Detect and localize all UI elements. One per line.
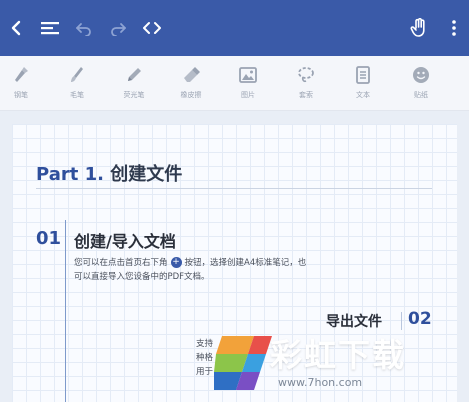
section-vertical-line [65,220,66,402]
tool-brush[interactable]: 毛笔 [52,64,102,100]
highlighter-icon [109,64,159,86]
lasso-icon [281,64,331,86]
tool-label: 钢笔 [14,92,28,99]
drawing-toolbar: 钢笔 毛笔 荧光笔 橡皮擦 图片 套索 文本 贴纸 [0,56,469,111]
top-app-bar [0,0,469,56]
section2-divider [401,312,402,330]
part-prefix: Part 1. [36,164,104,185]
back-icon[interactable] [2,14,30,42]
tool-label: 橡皮擦 [180,92,202,99]
code-icon[interactable] [138,14,166,42]
section2-number: 02 [408,309,432,329]
part-title: 创建文件 [110,164,183,185]
tool-label: 荧光笔 [123,92,145,99]
tool-image[interactable]: 图片 [223,64,273,100]
eraser-icon [166,64,216,86]
tool-label: 套索 [299,92,313,99]
image-icon [223,64,273,86]
tool-fountain-pen[interactable]: 钢笔 [0,64,46,100]
section2-title: 导出文件 [326,314,382,330]
tool-eraser[interactable]: 橡皮擦 [166,64,216,100]
tool-label: 毛笔 [70,92,84,99]
heading-divider [36,188,432,189]
text-icon [338,64,388,86]
plus-icon: + [170,257,182,268]
brush-icon [52,64,102,86]
watermark-url: www.7hon.com [278,376,363,389]
tool-label: 图片 [241,92,255,99]
sticker-icon [396,64,446,86]
watermark-brand: 彩虹下载 [270,336,407,374]
hand-icon[interactable] [405,14,433,42]
tool-label: 贴纸 [414,92,428,99]
watermark: 彩虹下载 www.7hon.com [208,330,468,402]
undo-icon[interactable] [70,14,98,42]
tool-sticker[interactable]: 贴纸 [396,64,446,100]
tool-text[interactable]: 文本 [338,64,388,100]
toc-menu-icon[interactable] [36,14,64,42]
redo-icon[interactable] [104,14,132,42]
section1-title: 创建/导入文档 [74,232,176,251]
tool-highlighter[interactable]: 荧光笔 [109,64,159,100]
tool-label: 文本 [356,92,370,99]
section1-text-start: 您可以在点击首页右下角 [74,258,168,268]
part-heading: Part 1. 创建文件 [36,160,182,186]
tool-lasso[interactable]: 套索 [281,64,331,100]
section1-number: 01 [36,228,62,249]
fountain-pen-icon [0,64,46,86]
watermark-logo-icon [214,336,272,390]
section1-paragraph: 您可以在点击首页右下角 + 按钮，选择创建A4标准笔记，也可以直接导入您设备中的PD… [74,256,314,284]
more-vertical-icon[interactable] [440,14,468,42]
